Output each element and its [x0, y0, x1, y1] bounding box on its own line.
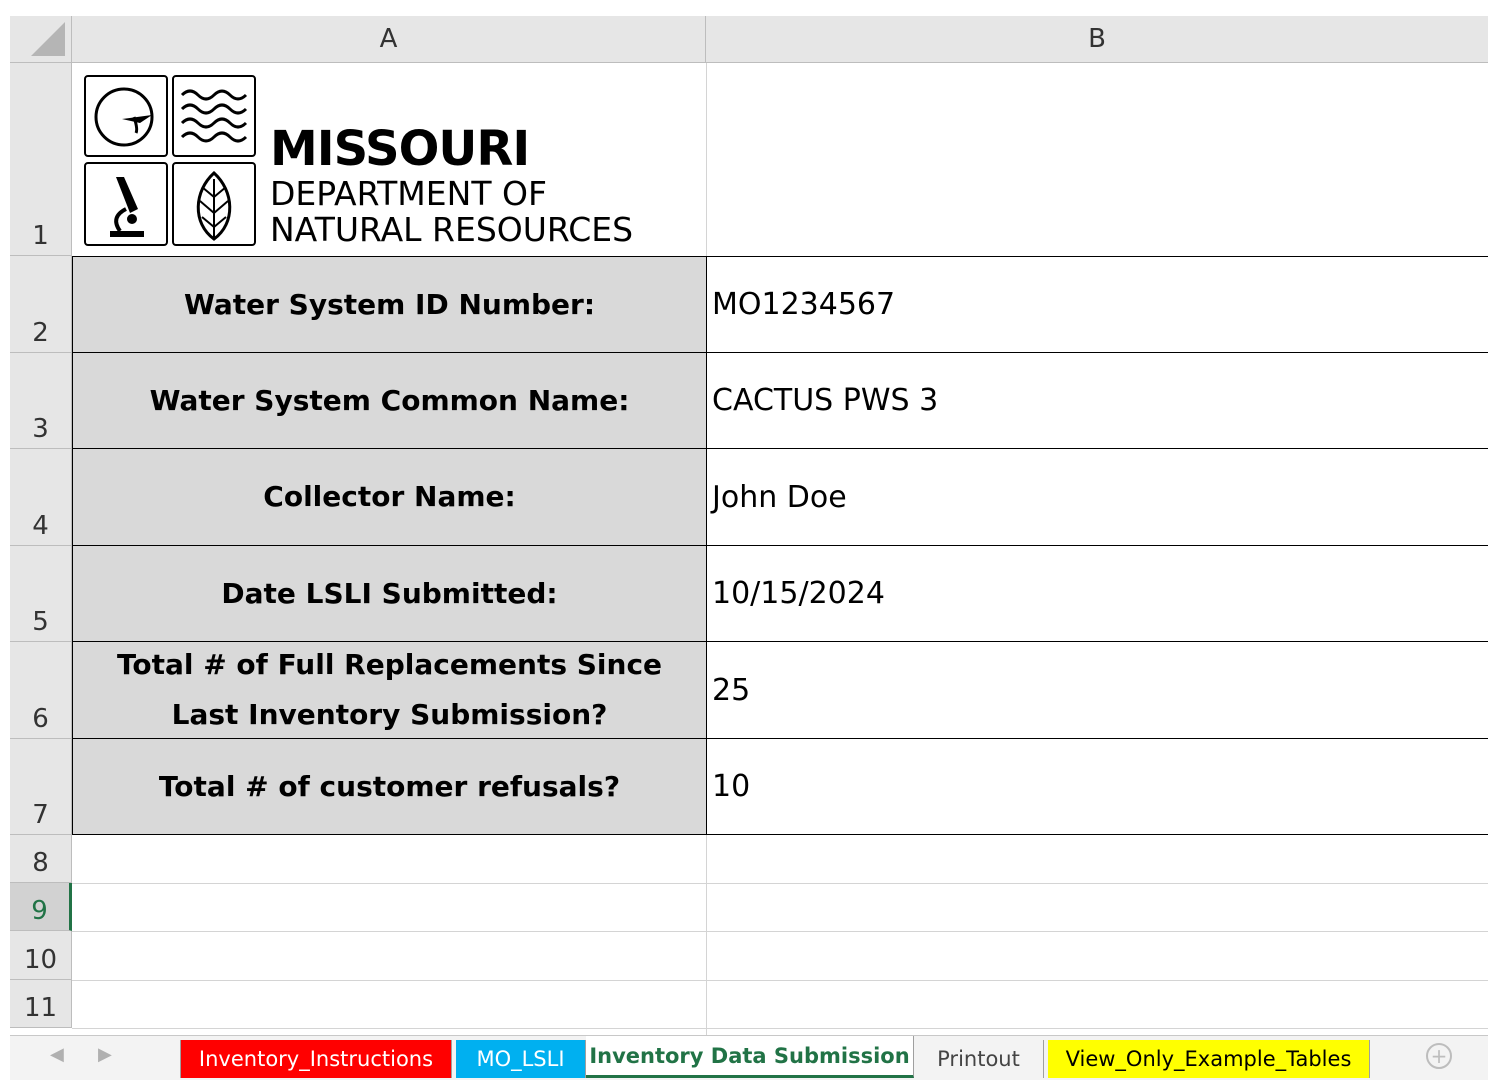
label-water-system-name[interactable]: Water System Common Name:	[72, 353, 707, 449]
row-header-7[interactable]: 7	[10, 739, 72, 835]
logo-subtitle-line-1: DEPARTMENT OF	[270, 174, 547, 213]
label-collector-name[interactable]: Collector Name:	[72, 449, 707, 546]
tab-view-only-example-tables[interactable]: View_Only_Example_Tables	[1048, 1040, 1370, 1078]
column-header-b[interactable]: B	[706, 16, 1488, 63]
column-header-a[interactable]: A	[72, 16, 706, 63]
dnr-logo-icons	[84, 75, 256, 246]
value-water-system-name[interactable]: CACTUS PWS 3	[706, 353, 1488, 449]
logo-subtitle: DEPARTMENT OF NATURAL RESOURCES	[270, 176, 633, 248]
select-all-corner[interactable]	[10, 16, 72, 63]
value-date-submitted[interactable]: 10/15/2024	[706, 546, 1488, 642]
value-collector-name[interactable]: John Doe	[706, 449, 1488, 546]
label-water-system-id[interactable]: Water System ID Number:	[72, 256, 707, 353]
label-date-submitted[interactable]: Date LSLI Submitted:	[72, 546, 707, 642]
row-header-1[interactable]: 1	[10, 63, 72, 256]
row-header-9[interactable]: 9	[10, 883, 72, 931]
row-header-11[interactable]: 11	[10, 980, 72, 1028]
tab-inventory-instructions[interactable]: Inventory_Instructions	[180, 1040, 452, 1078]
row-header-3[interactable]: 3	[10, 353, 72, 449]
tab-inventory-data-submission[interactable]: Inventory Data Submission	[586, 1036, 914, 1078]
value-water-system-id[interactable]: MO1234567	[706, 256, 1488, 353]
row-header-2[interactable]: 2	[10, 256, 72, 353]
dnr-logo: MISSOURI DEPARTMENT OF NATURAL RESOURCES	[82, 73, 657, 249]
logo-subtitle-line-2: NATURAL RESOURCES	[270, 210, 634, 249]
value-full-replacements[interactable]: 25	[706, 642, 1488, 739]
row-header-8[interactable]: 8	[10, 835, 72, 883]
tab-printout[interactable]: Printout	[914, 1040, 1044, 1078]
label-customer-refusals[interactable]: Total # of customer refusals?	[72, 739, 707, 835]
prev-sheet-icon[interactable]: ◀	[50, 1044, 64, 1065]
row-header-10[interactable]: 10	[10, 931, 72, 980]
row-header-5[interactable]: 5	[10, 546, 72, 642]
label-full-replacements[interactable]: Total # of Full Replacements Since Last …	[72, 642, 707, 739]
value-customer-refusals[interactable]: 10	[706, 739, 1488, 835]
next-sheet-icon[interactable]: ▶	[98, 1044, 112, 1065]
logo-title: MISSOURI	[270, 121, 530, 177]
sheet-tab-bar: ◀ ▶ Inventory_Instructions MO_LSLI Inven…	[10, 1035, 1488, 1080]
row-header-4[interactable]: 4	[10, 449, 72, 546]
add-sheet-icon[interactable]: +	[1426, 1043, 1452, 1069]
tab-mo-lsli[interactable]: MO_LSLI	[456, 1040, 586, 1078]
row-header-6[interactable]: 6	[10, 642, 72, 739]
